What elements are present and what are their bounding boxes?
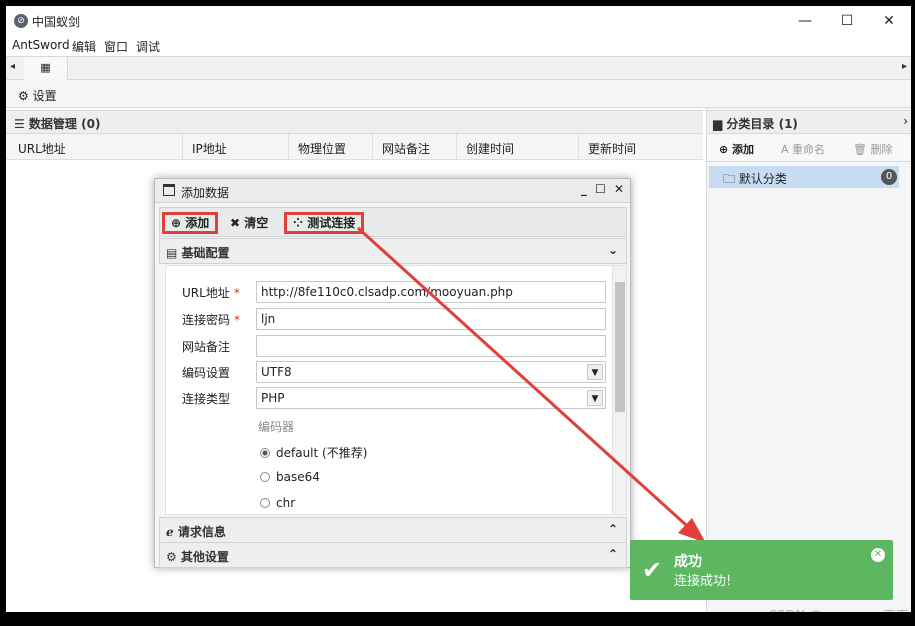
toast-title: 成功	[674, 554, 702, 570]
checkmark-icon: ✔	[642, 556, 663, 584]
annotation-arrow	[356, 226, 706, 543]
toast-message: 连接成功!	[674, 574, 732, 589]
success-toast: ✔ 成功 连接成功! ✕	[630, 540, 893, 600]
app-window: ⊘ 中国蚁剑 — ☐ ✕ AntSword 编辑 窗口 调试 ◂ ▦ ▸ ⚙ 设…	[0, 0, 915, 626]
close-icon[interactable]: ✕	[871, 548, 885, 562]
watermark: CSDN @mooyuan天天	[768, 609, 909, 624]
